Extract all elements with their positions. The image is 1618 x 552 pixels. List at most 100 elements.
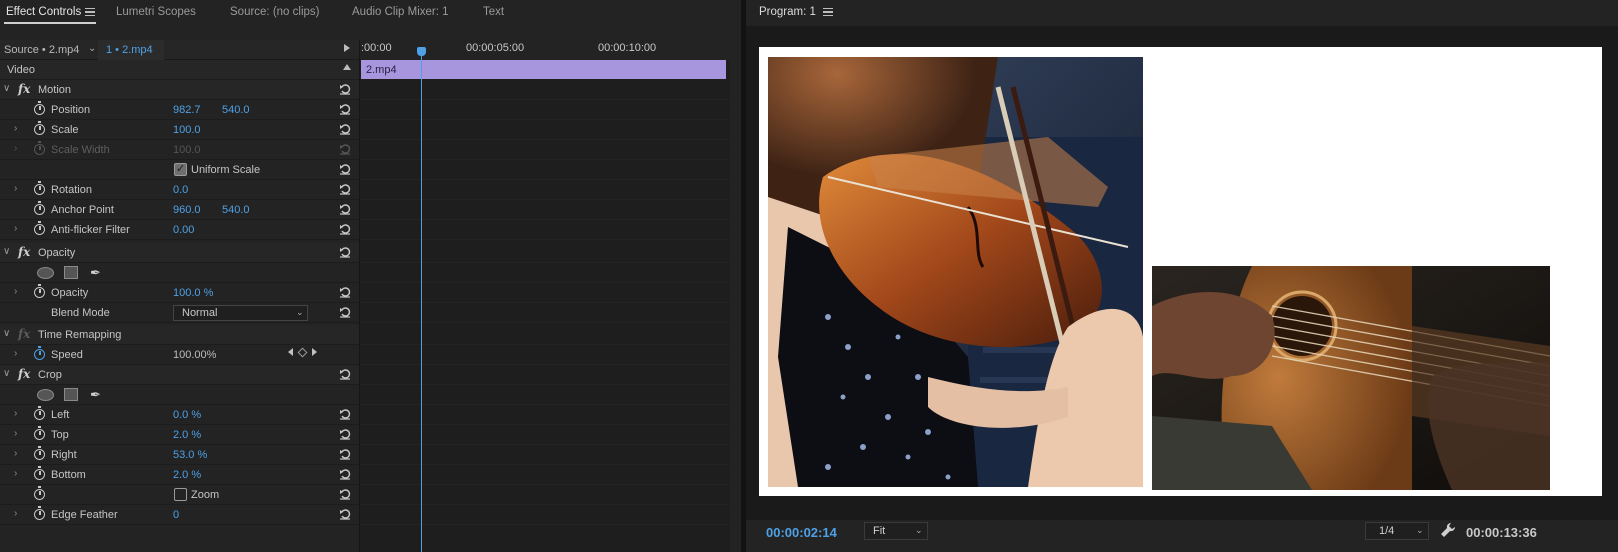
property-crop-zoom[interactable]: Zoom <box>0 485 359 505</box>
reset-icon[interactable] <box>339 286 351 298</box>
property-anti-flicker[interactable]: › Anti-flicker Filter 0.00 <box>0 220 359 240</box>
chevron-right-icon[interactable]: › <box>14 408 17 419</box>
stopwatch-icon[interactable] <box>34 466 45 480</box>
property-uniform-scale[interactable]: Uniform Scale <box>0 160 359 180</box>
property-edge-feather[interactable]: › Edge Feather 0 <box>0 505 359 525</box>
property-position[interactable]: Position 982.7 540.0 <box>0 100 359 120</box>
ellipse-mask-icon[interactable] <box>37 389 54 401</box>
stopwatch-icon[interactable] <box>34 121 45 135</box>
opacity-value[interactable]: 100.0 % <box>173 287 213 299</box>
chevron-down-icon[interactable]: ∨ <box>3 368 10 379</box>
reset-icon[interactable] <box>339 368 351 380</box>
wrench-icon[interactable] <box>1440 522 1456 541</box>
add-keyframe-icon[interactable] <box>297 347 308 358</box>
effect-controls-timeline[interactable]: :00:00 00:00:05:00 00:00:10:00 2.mp4 <box>359 40 731 552</box>
crop-left-value[interactable]: 0.0 % <box>173 409 201 421</box>
tab-source[interactable]: Source: (no clips) <box>230 6 319 18</box>
chevron-right-icon[interactable]: › <box>14 428 17 439</box>
position-y-value[interactable]: 540.0 <box>222 104 250 116</box>
property-blend-mode[interactable]: Blend Mode Normal ⌄ <box>0 303 359 323</box>
blend-mode-select[interactable]: Normal ⌄ <box>173 305 308 321</box>
stopwatch-icon[interactable] <box>34 346 45 360</box>
chevron-right-icon[interactable]: › <box>14 183 17 194</box>
tab-effect-controls[interactable]: Effect Controls <box>6 6 81 18</box>
tab-text[interactable]: Text <box>483 6 504 18</box>
chevron-down-icon[interactable]: ∨ <box>3 328 10 339</box>
anchor-x-value[interactable]: 960.0 <box>173 204 201 216</box>
playhead-handle[interactable] <box>417 47 426 56</box>
property-rotation[interactable]: › Rotation 0.0 <box>0 180 359 200</box>
property-crop-top[interactable]: › Top 2.0 % <box>0 425 359 445</box>
stopwatch-icon[interactable] <box>34 201 45 215</box>
effect-time-remapping[interactable]: ∨ fx Time Remapping <box>0 325 359 345</box>
chevron-down-icon[interactable]: ∨ <box>3 83 10 94</box>
source-clip-selector[interactable]: Source • 2.mp4 <box>4 44 79 56</box>
rotation-value[interactable]: 0.0 <box>173 184 188 196</box>
chevron-right-icon[interactable]: › <box>14 448 17 459</box>
chevron-right-icon[interactable]: › <box>14 468 17 479</box>
property-opacity[interactable]: › Opacity 100.0 % <box>0 283 359 303</box>
reset-icon[interactable] <box>339 408 351 420</box>
stopwatch-icon[interactable] <box>34 446 45 460</box>
ellipse-mask-icon[interactable] <box>37 267 54 279</box>
play-only-audio-icon[interactable] <box>344 44 350 52</box>
panel-menu-icon[interactable] <box>85 8 95 16</box>
stopwatch-icon[interactable] <box>34 221 45 235</box>
stopwatch-icon[interactable] <box>34 426 45 440</box>
stopwatch-icon[interactable] <box>34 181 45 195</box>
program-frame[interactable] <box>759 47 1602 496</box>
pen-mask-icon[interactable]: ✒ <box>90 387 101 403</box>
playhead-line[interactable] <box>421 52 422 552</box>
reset-icon[interactable] <box>339 83 351 95</box>
reset-icon[interactable] <box>339 223 351 235</box>
effect-crop[interactable]: ∨ fx Crop <box>0 365 359 385</box>
tab-lumetri-scopes[interactable]: Lumetri Scopes <box>116 6 196 18</box>
playback-resolution-select[interactable]: 1/4 ⌄ <box>1365 522 1429 540</box>
program-monitor-title[interactable]: Program: 1 <box>759 6 816 18</box>
crop-bottom-value[interactable]: 2.0 % <box>173 469 201 481</box>
reset-icon[interactable] <box>339 246 351 258</box>
chevron-right-icon[interactable]: › <box>14 286 17 297</box>
speed-value[interactable]: 100.00% <box>173 349 216 361</box>
stopwatch-icon[interactable] <box>34 486 45 500</box>
reset-icon[interactable] <box>339 428 351 440</box>
scale-value[interactable]: 100.0 <box>173 124 201 136</box>
sequence-clip-label[interactable]: 1 • 2.mp4 <box>106 44 153 56</box>
effect-opacity[interactable]: ∨ fx Opacity <box>0 243 359 263</box>
reset-icon[interactable] <box>339 103 351 115</box>
chevron-right-icon[interactable]: › <box>14 123 17 134</box>
reset-icon[interactable] <box>339 183 351 195</box>
property-speed[interactable]: › Speed 100.00% <box>0 345 359 365</box>
rectangle-mask-icon[interactable] <box>64 388 78 401</box>
reset-icon[interactable] <box>339 306 351 318</box>
uniform-scale-checkbox[interactable] <box>174 162 187 176</box>
property-anchor-point[interactable]: Anchor Point 960.0 540.0 <box>0 200 359 220</box>
stopwatch-icon[interactable] <box>34 101 45 115</box>
reset-icon[interactable] <box>339 468 351 480</box>
rectangle-mask-icon[interactable] <box>64 266 78 279</box>
position-x-value[interactable]: 982.7 <box>173 104 201 116</box>
program-canvas-area[interactable] <box>746 26 1618 520</box>
fx-icon[interactable]: fx <box>18 367 30 381</box>
property-crop-bottom[interactable]: › Bottom 2.0 % <box>0 465 359 485</box>
collapse-up-icon[interactable] <box>343 64 351 70</box>
chevron-down-icon[interactable]: ⌄ <box>88 43 96 54</box>
reset-icon[interactable] <box>339 163 351 175</box>
previous-keyframe-icon[interactable] <box>288 348 293 356</box>
reset-icon[interactable] <box>339 448 351 460</box>
property-scale[interactable]: › Scale 100.0 <box>0 120 359 140</box>
chevron-right-icon[interactable]: › <box>14 223 17 234</box>
time-ruler[interactable]: :00:00 00:00:05:00 00:00:10:00 <box>360 40 731 60</box>
anti-flicker-value[interactable]: 0.00 <box>173 224 194 236</box>
stopwatch-icon[interactable] <box>34 284 45 298</box>
chevron-down-icon[interactable]: ∨ <box>3 246 10 257</box>
property-crop-left[interactable]: › Left 0.0 % <box>0 405 359 425</box>
zoom-level-select[interactable]: Fit ⌄ <box>864 522 928 540</box>
stopwatch-icon[interactable] <box>34 506 45 520</box>
current-timecode[interactable]: 00:00:02:14 <box>766 525 837 540</box>
reset-icon[interactable] <box>339 488 351 500</box>
panel-menu-icon[interactable] <box>823 8 833 16</box>
reset-icon[interactable] <box>339 203 351 215</box>
pen-mask-icon[interactable]: ✒ <box>90 265 101 281</box>
fx-icon[interactable]: fx <box>18 245 30 259</box>
